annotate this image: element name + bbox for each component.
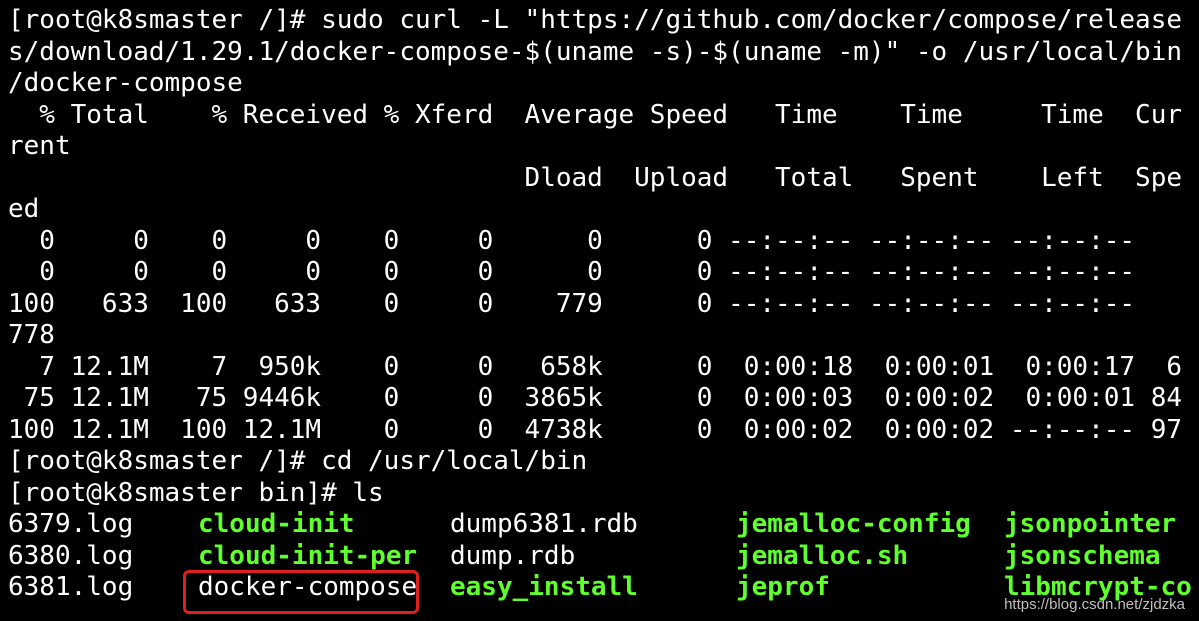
- terminal-line-url-continued: s/download/1.29.1/docker-compose-$(uname…: [8, 36, 1182, 67]
- terminal-window[interactable]: [root@k8smaster /]# sudo curl -L "https:…: [0, 0, 1199, 621]
- ls-file: dump6381.rdb: [450, 509, 638, 539]
- ls-output-row: 6380.log cloud-init-per dump.rdb jemallo…: [8, 541, 1199, 573]
- terminal-line-prompt-ls: [root@k8smaster bin]# ls: [8, 477, 384, 508]
- ls-file: 6380.log: [8, 540, 134, 571]
- terminal-line-prompt-curl: [root@k8smaster /]# sudo curl -L "https:…: [8, 5, 1182, 35]
- ls-executable: cloud-init-per: [198, 540, 418, 571]
- ls-output-row: 6379.log cloud-init dump6381.rdb jemallo…: [8, 509, 1199, 541]
- terminal-line-output-path: /docker-compose: [8, 68, 243, 98]
- curl-progress-row-wrap: 778: [8, 320, 55, 350]
- watermark: https://blog.csdn.net/zjdzka: [1004, 596, 1185, 613]
- curl-progress-header: % Total % Received % Xferd Average Speed…: [8, 99, 1182, 130]
- ls-executable: jsonschema: [1004, 540, 1161, 571]
- curl-progress-row: 75 12.1M 75 9446k 0 0 3865k 0 0:00:03 0:…: [8, 383, 1182, 413]
- curl-progress-row: 100 12.1M 100 12.1M 0 0 4738k 0 0:00:02 …: [8, 414, 1182, 445]
- ls-executable: jsonpointer: [1004, 509, 1177, 539]
- ls-executable: easy_install: [450, 572, 638, 602]
- ls-executable: cloud-init: [198, 509, 355, 539]
- ls-executable: jemalloc.sh: [736, 540, 909, 571]
- curl-progress-header-wrap: rent: [8, 131, 71, 161]
- ls-file-docker-compose: docker-compose: [198, 572, 418, 602]
- curl-progress-row: 7 12.1M 7 950k 0 0 658k 0 0:00:18 0:00:0…: [8, 351, 1182, 382]
- ls-file: 6381.log: [8, 572, 134, 602]
- curl-progress-row: 100 633 100 633 0 0 779 0 --:--:-- --:--…: [8, 288, 1136, 319]
- ls-file: 6379.log: [8, 509, 134, 539]
- curl-progress-row: 0 0 0 0 0 0 0 0 --:--:-- --:--:-- --:--:…: [8, 225, 1136, 256]
- curl-progress-subheader: Dload Upload Total Spent Left Spe: [8, 162, 1182, 193]
- ls-executable: jeprof: [736, 572, 830, 602]
- ls-executable: jemalloc-config: [736, 509, 971, 539]
- curl-progress-row: 0 0 0 0 0 0 0 0 --:--:-- --:--:-- --:--:…: [8, 257, 1136, 287]
- curl-progress-subheader-wrap: ed: [8, 194, 40, 224]
- terminal-line-prompt-cd: [root@k8smaster /]# cd /usr/local/bin: [8, 446, 588, 476]
- ls-file: dump.rdb: [450, 540, 576, 571]
